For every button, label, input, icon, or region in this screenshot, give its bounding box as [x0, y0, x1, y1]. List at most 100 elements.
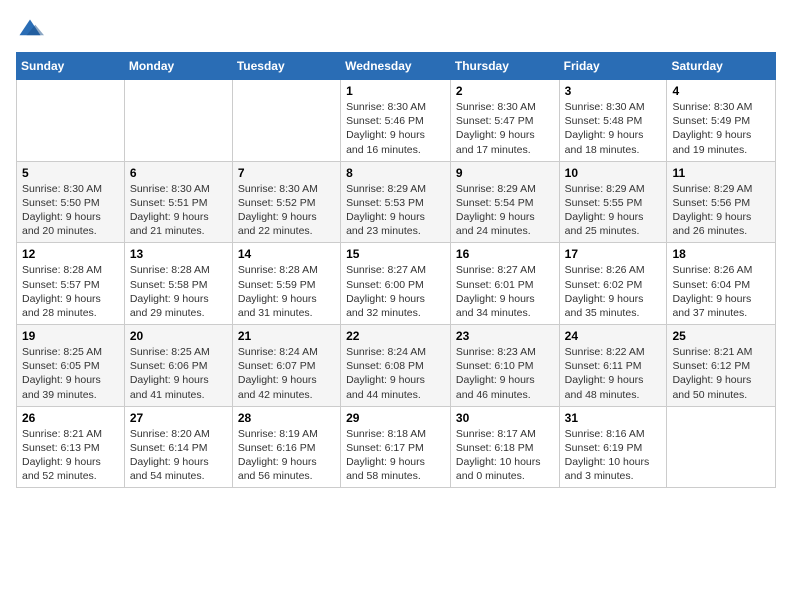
- calendar-week-1: 1 Sunrise: 8:30 AMSunset: 5:46 PMDaylight…: [17, 80, 776, 162]
- calendar-cell: 23 Sunrise: 8:23 AMSunset: 6:10 PMDayligh…: [450, 325, 559, 407]
- day-number: 30: [456, 411, 554, 425]
- calendar-header: SundayMondayTuesdayWednesdayThursdayFrid…: [17, 53, 776, 80]
- calendar-body: 1 Sunrise: 8:30 AMSunset: 5:46 PMDaylight…: [17, 80, 776, 488]
- day-info: Sunrise: 8:17 AMSunset: 6:18 PMDaylight:…: [456, 427, 554, 484]
- calendar-cell: 27 Sunrise: 8:20 AMSunset: 6:14 PMDayligh…: [124, 406, 232, 488]
- day-number: 22: [346, 329, 445, 343]
- day-number: 2: [456, 84, 554, 98]
- logo-icon: [16, 16, 44, 44]
- day-number: 23: [456, 329, 554, 343]
- calendar-cell: [667, 406, 776, 488]
- calendar-cell: 18Sunrise: 8:26 AMSunset: 6:04 PMDayligh…: [667, 243, 776, 325]
- day-number: 13: [130, 247, 227, 261]
- calendar-cell: [232, 80, 340, 162]
- calendar-cell: 12 Sunrise: 8:28 AMSunset: 5:57 PMDayligh…: [17, 243, 125, 325]
- calendar-cell: 6Sunrise: 8:30 AMSunset: 5:51 PMDaylight…: [124, 161, 232, 243]
- day-info: Sunrise: 8:30 AMSunset: 5:52 PMDaylight:…: [238, 182, 335, 239]
- day-info: Sunrise: 8:24 AMSunset: 6:08 PMDaylight:…: [346, 345, 445, 402]
- day-info: Sunrise: 8:27 AMSunset: 6:00 PMDaylight:…: [346, 263, 445, 320]
- calendar-cell: 9Sunrise: 8:29 AMSunset: 5:54 PMDaylight…: [450, 161, 559, 243]
- day-info: Sunrise: 8:30 AMSunset: 5:46 PMDaylight:…: [346, 100, 445, 157]
- day-number: 31: [565, 411, 662, 425]
- day-number: 19: [22, 329, 119, 343]
- calendar-cell: [124, 80, 232, 162]
- weekday-header-monday: Monday: [124, 53, 232, 80]
- day-number: 12: [22, 247, 119, 261]
- day-number: 28: [238, 411, 335, 425]
- day-info: Sunrise: 8:30 AMSunset: 5:48 PMDaylight:…: [565, 100, 662, 157]
- day-number: 14: [238, 247, 335, 261]
- calendar-cell: 11 Sunrise: 8:29 AMSunset: 5:56 PMDayligh…: [667, 161, 776, 243]
- weekday-header-friday: Friday: [559, 53, 667, 80]
- day-info: Sunrise: 8:29 AMSunset: 5:54 PMDaylight:…: [456, 182, 554, 239]
- day-info: Sunrise: 8:30 AMSunset: 5:47 PMDaylight:…: [456, 100, 554, 157]
- day-info: Sunrise: 8:18 AMSunset: 6:17 PMDaylight:…: [346, 427, 445, 484]
- day-info: Sunrise: 8:29 AMSunset: 5:53 PMDaylight:…: [346, 182, 445, 239]
- weekday-header-wednesday: Wednesday: [341, 53, 451, 80]
- calendar-cell: 7 Sunrise: 8:30 AMSunset: 5:52 PMDaylight…: [232, 161, 340, 243]
- day-info: Sunrise: 8:19 AMSunset: 6:16 PMDaylight:…: [238, 427, 335, 484]
- page-header: [16, 16, 776, 44]
- day-info: Sunrise: 8:26 AMSunset: 6:02 PMDaylight:…: [565, 263, 662, 320]
- calendar-cell: 8 Sunrise: 8:29 AMSunset: 5:53 PMDaylight…: [341, 161, 451, 243]
- day-info: Sunrise: 8:25 AMSunset: 6:05 PMDaylight:…: [22, 345, 119, 402]
- day-info: Sunrise: 8:21 AMSunset: 6:12 PMDaylight:…: [672, 345, 770, 402]
- calendar-cell: 31 Sunrise: 8:16 AMSunset: 6:19 PMDayligh…: [559, 406, 667, 488]
- day-number: 25: [672, 329, 770, 343]
- day-number: 21: [238, 329, 335, 343]
- day-number: 3: [565, 84, 662, 98]
- day-info: Sunrise: 8:20 AMSunset: 6:14 PMDaylight:…: [130, 427, 227, 484]
- day-info: Sunrise: 8:23 AMSunset: 6:10 PMDaylight:…: [456, 345, 554, 402]
- calendar-table: SundayMondayTuesdayWednesdayThursdayFrid…: [16, 52, 776, 488]
- day-number: 1: [346, 84, 445, 98]
- calendar-cell: 14 Sunrise: 8:28 AMSunset: 5:59 PMDayligh…: [232, 243, 340, 325]
- day-number: 7: [238, 166, 335, 180]
- calendar-week-2: 5 Sunrise: 8:30 AMSunset: 5:50 PMDaylight…: [17, 161, 776, 243]
- day-info: Sunrise: 8:28 AMSunset: 5:57 PMDaylight:…: [22, 263, 119, 320]
- calendar-week-5: 26 Sunrise: 8:21 AMSunset: 6:13 PMDayligh…: [17, 406, 776, 488]
- day-number: 16: [456, 247, 554, 261]
- day-info: Sunrise: 8:30 AMSunset: 5:49 PMDaylight:…: [672, 100, 770, 157]
- calendar-cell: 30 Sunrise: 8:17 AMSunset: 6:18 PMDayligh…: [450, 406, 559, 488]
- day-number: 27: [130, 411, 227, 425]
- calendar-cell: 13 Sunrise: 8:28 AMSunset: 5:58 PMDayligh…: [124, 243, 232, 325]
- calendar-cell: 25 Sunrise: 8:21 AMSunset: 6:12 PMDayligh…: [667, 325, 776, 407]
- calendar-cell: 24 Sunrise: 8:22 AMSunset: 6:11 PMDayligh…: [559, 325, 667, 407]
- weekday-header-sunday: Sunday: [17, 53, 125, 80]
- day-info: Sunrise: 8:29 AMSunset: 5:56 PMDaylight:…: [672, 182, 770, 239]
- calendar-cell: 4 Sunrise: 8:30 AMSunset: 5:49 PMDaylight…: [667, 80, 776, 162]
- calendar-cell: 28 Sunrise: 8:19 AMSunset: 6:16 PMDayligh…: [232, 406, 340, 488]
- day-info: Sunrise: 8:16 AMSunset: 6:19 PMDaylight:…: [565, 427, 662, 484]
- day-info: Sunrise: 8:28 AMSunset: 5:58 PMDaylight:…: [130, 263, 227, 320]
- day-info: Sunrise: 8:30 AMSunset: 5:51 PMDaylight:…: [130, 182, 227, 239]
- calendar-cell: 20Sunrise: 8:25 AMSunset: 6:06 PMDayligh…: [124, 325, 232, 407]
- calendar-cell: 1 Sunrise: 8:30 AMSunset: 5:46 PMDaylight…: [341, 80, 451, 162]
- day-number: 5: [22, 166, 119, 180]
- day-info: Sunrise: 8:24 AMSunset: 6:07 PMDaylight:…: [238, 345, 335, 402]
- day-number: 4: [672, 84, 770, 98]
- day-number: 15: [346, 247, 445, 261]
- day-number: 8: [346, 166, 445, 180]
- day-info: Sunrise: 8:28 AMSunset: 5:59 PMDaylight:…: [238, 263, 335, 320]
- day-info: Sunrise: 8:29 AMSunset: 5:55 PMDaylight:…: [565, 182, 662, 239]
- calendar-cell: 17Sunrise: 8:26 AMSunset: 6:02 PMDayligh…: [559, 243, 667, 325]
- calendar-cell: 29 Sunrise: 8:18 AMSunset: 6:17 PMDayligh…: [341, 406, 451, 488]
- day-number: 24: [565, 329, 662, 343]
- day-number: 11: [672, 166, 770, 180]
- day-info: Sunrise: 8:30 AMSunset: 5:50 PMDaylight:…: [22, 182, 119, 239]
- day-info: Sunrise: 8:22 AMSunset: 6:11 PMDaylight:…: [565, 345, 662, 402]
- calendar-cell: [17, 80, 125, 162]
- calendar-cell: 26 Sunrise: 8:21 AMSunset: 6:13 PMDayligh…: [17, 406, 125, 488]
- day-number: 29: [346, 411, 445, 425]
- weekday-header-saturday: Saturday: [667, 53, 776, 80]
- calendar-cell: 22 Sunrise: 8:24 AMSunset: 6:08 PMDayligh…: [341, 325, 451, 407]
- calendar-cell: 19 Sunrise: 8:25 AMSunset: 6:05 PMDayligh…: [17, 325, 125, 407]
- calendar-cell: 21 Sunrise: 8:24 AMSunset: 6:07 PMDayligh…: [232, 325, 340, 407]
- calendar-cell: 16Sunrise: 8:27 AMSunset: 6:01 PMDayligh…: [450, 243, 559, 325]
- day-number: 18: [672, 247, 770, 261]
- day-number: 26: [22, 411, 119, 425]
- day-number: 10: [565, 166, 662, 180]
- weekday-header-thursday: Thursday: [450, 53, 559, 80]
- calendar-week-3: 12 Sunrise: 8:28 AMSunset: 5:57 PMDayligh…: [17, 243, 776, 325]
- day-info: Sunrise: 8:21 AMSunset: 6:13 PMDaylight:…: [22, 427, 119, 484]
